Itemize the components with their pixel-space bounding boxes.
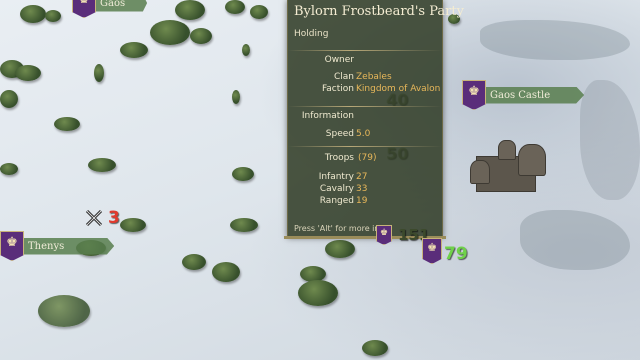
castle-tower (470, 160, 490, 184)
tree (45, 10, 61, 22)
purple-banner-icon: ♚ (422, 238, 442, 264)
mountain-rock (580, 80, 640, 200)
clan-value: Zebales (356, 72, 392, 82)
purple-banner-icon: ♚ (72, 0, 96, 18)
tree (150, 20, 190, 45)
tree (325, 240, 355, 258)
tree (15, 65, 41, 81)
divider (288, 50, 442, 51)
tree (54, 117, 80, 131)
settlement-banner-gaos[interactable]: ♚ Gaos (72, 0, 148, 18)
information-header: Information (301, 111, 354, 121)
tree (190, 28, 212, 44)
tree (250, 5, 268, 19)
mountain-rock (480, 20, 630, 60)
divider (288, 106, 442, 107)
purple-banner-icon: ♚ (376, 225, 392, 245)
party-banner[interactable]: ♚ (376, 225, 392, 245)
party-count-main[interactable]: 79 (444, 244, 468, 264)
tree (362, 340, 388, 356)
mountain-rock (520, 210, 630, 270)
tree (94, 64, 104, 82)
speed-label: Speed (325, 129, 354, 139)
clan-label: Clan (333, 72, 354, 82)
tree (88, 158, 116, 172)
tree (0, 90, 18, 108)
ranged-value: 19 (356, 196, 368, 206)
infantry-label: Infantry (318, 172, 354, 182)
divider (288, 146, 442, 147)
tree (38, 295, 90, 327)
speed-value: 5.0 (356, 129, 371, 139)
tree (230, 218, 258, 232)
owner-header: Owner (324, 55, 354, 65)
tree (298, 280, 338, 306)
cavalry-label: Cavalry (319, 184, 354, 194)
tree (242, 44, 250, 56)
faction-label: Faction (321, 84, 354, 94)
party-banner-main[interactable]: ♚ (422, 238, 442, 264)
tree (120, 42, 148, 58)
tooltip-status: Holding (294, 29, 329, 39)
castle-model[interactable] (468, 140, 550, 198)
party-tooltip: Bylorn Frostbeard's Party Holding Owner … (284, 0, 464, 239)
infantry-value: 27 (356, 172, 368, 182)
faction-value: Kingdom of Avalon (356, 84, 441, 94)
settlement-name: Gaos (94, 0, 148, 12)
settlement-banner-gaos-castle[interactable]: ♚ Gaos Castle (462, 80, 585, 110)
tooltip-title: Bylorn Frostbeard's Party (294, 4, 464, 19)
tree (232, 90, 240, 104)
tree (175, 0, 205, 20)
cavalry-value: 33 (356, 184, 368, 194)
settlement-name: Gaos Castle (484, 86, 585, 104)
tree (182, 254, 206, 270)
tree (225, 0, 245, 14)
castle-tower (498, 140, 516, 160)
ranged-label: Ranged (319, 196, 354, 206)
castle-tower (518, 144, 546, 176)
tree (212, 262, 240, 282)
settlement-banner-thenys[interactable]: ♚ Thenys (0, 231, 115, 261)
troops-label: Troops (324, 153, 354, 163)
tree (0, 163, 18, 175)
purple-banner-icon: ♚ (0, 231, 24, 261)
tree (20, 5, 46, 23)
settlement-name: Thenys (22, 237, 115, 255)
crossed-swords-icon[interactable] (84, 208, 104, 228)
tree (120, 218, 146, 232)
enemy-party-count[interactable]: 3 (108, 208, 120, 228)
tree (232, 167, 254, 181)
troops-value: (79) (358, 153, 377, 163)
purple-banner-icon: ♚ (462, 80, 486, 110)
